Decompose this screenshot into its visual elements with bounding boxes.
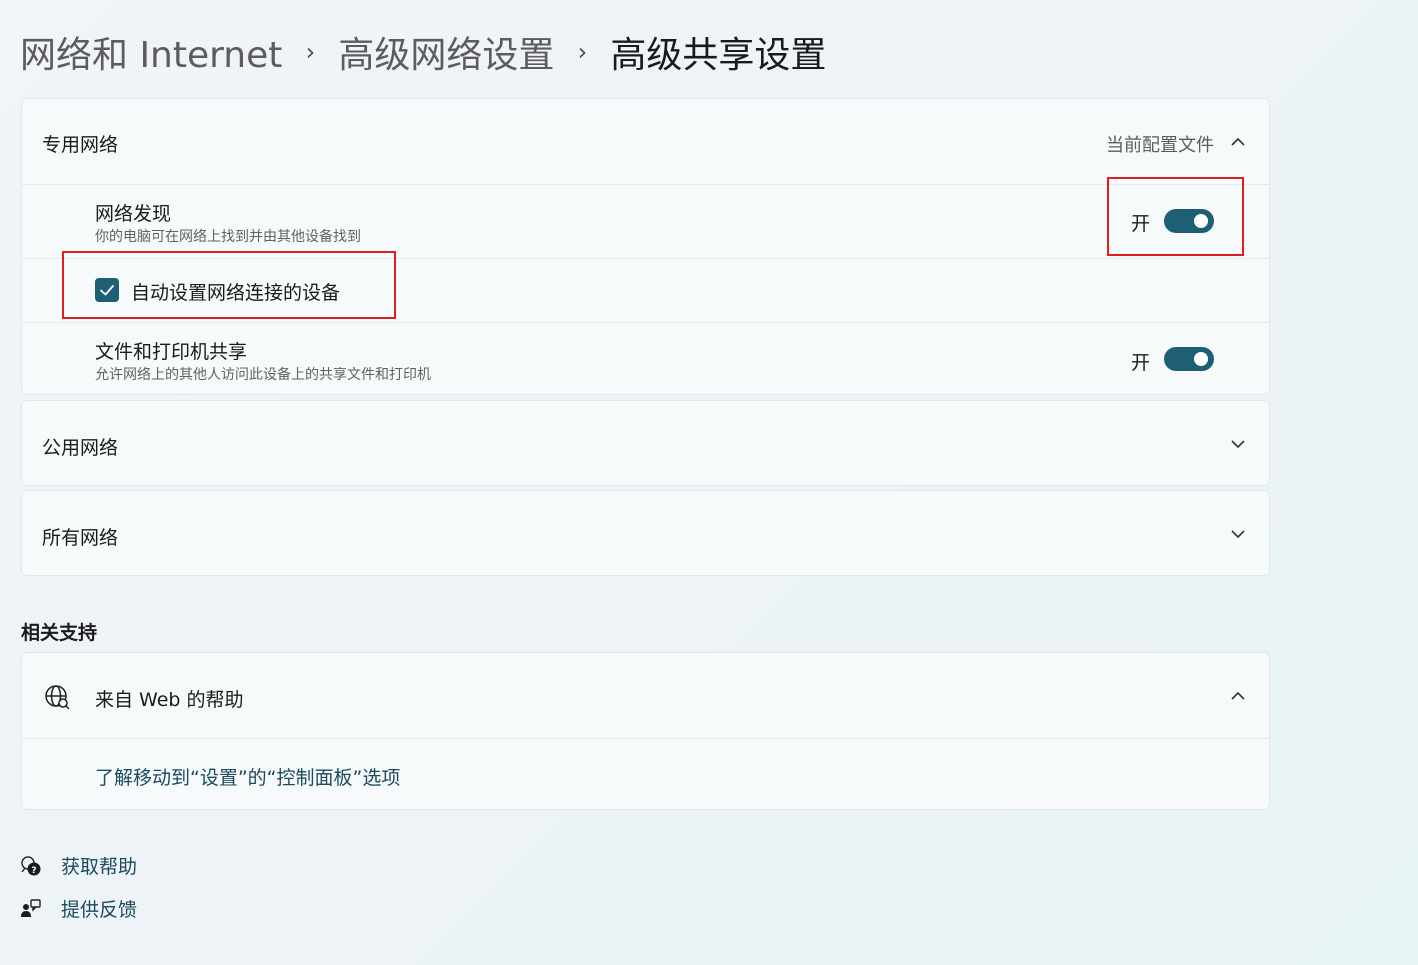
- all-networks-card[interactable]: 所有网络: [21, 490, 1270, 576]
- related-support-heading: 相关支持: [21, 622, 98, 644]
- private-network-title: 专用网络: [42, 134, 119, 156]
- control-panel-options-link[interactable]: 了解移动到“设置”的“控制面板”选项: [95, 763, 400, 790]
- chevron-up-icon[interactable]: [1229, 687, 1247, 705]
- all-networks-title: 所有网络: [42, 527, 119, 549]
- feedback-icon: [21, 898, 41, 917]
- breadcrumb-separator: ›: [577, 38, 588, 66]
- web-help-header[interactable]: 来自 Web 的帮助: [22, 653, 1269, 738]
- chevron-down-icon[interactable]: [1229, 525, 1247, 543]
- get-help-link[interactable]: ? 获取帮助: [20, 852, 137, 879]
- breadcrumb-advanced-network[interactable]: 高级网络设置: [338, 26, 554, 78]
- highlight-box-toggle: [1107, 177, 1244, 256]
- web-help-card: 来自 Web 的帮助 了解移动到“设置”的“控制面板”选项: [21, 652, 1270, 810]
- network-discovery-row: 网络发现 你的电脑可在网络上找到并由其他设备找到 开: [22, 184, 1269, 258]
- file-printer-sharing-row: 文件和打印机共享 允许网络上的其他人访问此设备上的共享文件和打印机 开: [22, 322, 1269, 396]
- feedback-link[interactable]: 提供反馈: [20, 895, 137, 922]
- chevron-up-icon[interactable]: [1229, 133, 1247, 151]
- svg-text:?: ?: [31, 866, 36, 876]
- file-printer-sharing-title: 文件和打印机共享: [95, 341, 248, 363]
- page-title: 高级共享设置: [610, 35, 827, 76]
- network-discovery-description: 你的电脑可在网络上找到并由其他设备找到: [95, 229, 361, 245]
- web-help-links: 了解移动到“设置”的“控制面板”选项: [22, 738, 1269, 811]
- help-chat-icon: ?: [21, 855, 41, 876]
- private-network-card: 专用网络 当前配置文件 网络发现 你的电脑可在网络上找到并由其他设备找到 开 自…: [21, 98, 1270, 395]
- get-help-label: 获取帮助: [61, 856, 138, 878]
- breadcrumb: 网络和 Internet › 高级网络设置 › 高级共享设置: [20, 26, 826, 78]
- feedback-label: 提供反馈: [61, 899, 138, 921]
- private-network-header[interactable]: 专用网络 当前配置文件: [22, 99, 1269, 184]
- breadcrumb-network-internet[interactable]: 网络和 Internet: [20, 26, 282, 78]
- globe-icon: [45, 685, 70, 710]
- web-help-title: 来自 Web 的帮助: [95, 689, 244, 711]
- network-discovery-title: 网络发现: [95, 203, 172, 225]
- chevron-down-icon[interactable]: [1229, 435, 1247, 453]
- public-network-title: 公用网络: [42, 437, 119, 459]
- public-network-card[interactable]: 公用网络: [21, 400, 1270, 486]
- breadcrumb-separator: ›: [305, 38, 316, 66]
- file-printer-sharing-toggle[interactable]: [1164, 347, 1214, 371]
- current-profile-label: 当前配置文件: [1106, 135, 1214, 156]
- highlight-box-checkbox: [62, 251, 396, 319]
- file-printer-sharing-toggle-label: 开: [1130, 352, 1150, 374]
- file-printer-sharing-description: 允许网络上的其他人访问此设备上的共享文件和打印机: [95, 367, 431, 383]
